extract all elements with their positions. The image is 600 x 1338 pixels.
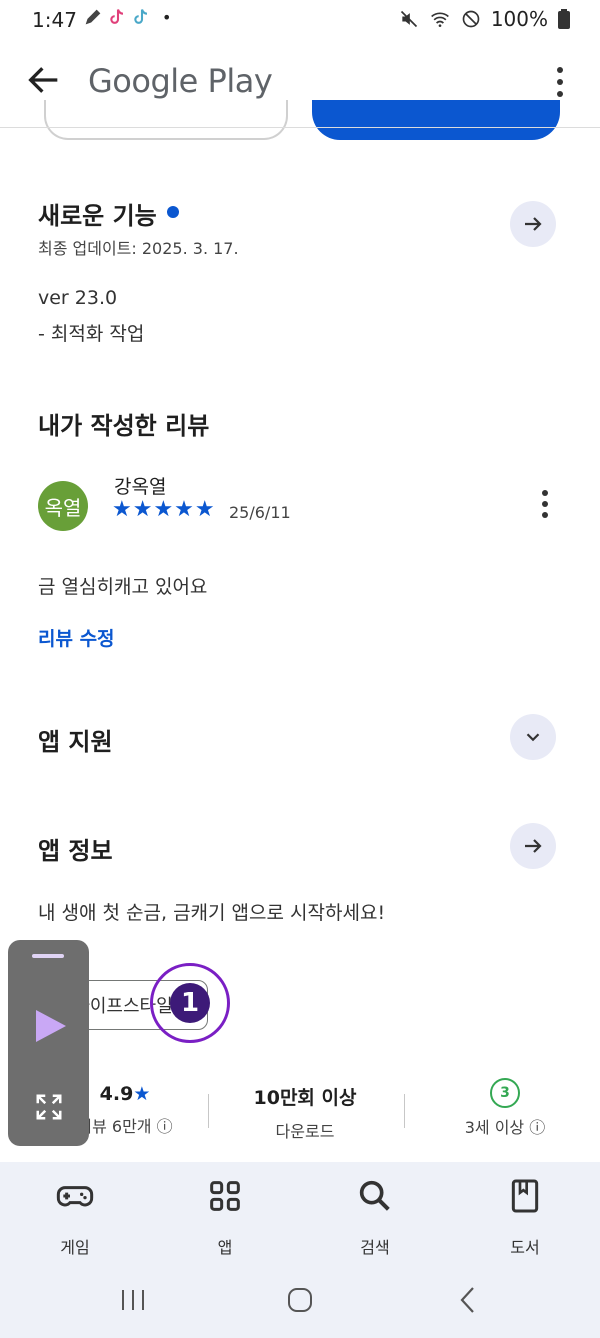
my-review-title: 내가 작성한 리뷰 bbox=[38, 412, 210, 440]
downloads-stat: 10만회 이상 다운로드 bbox=[230, 1083, 380, 1142]
status-time: 1:47 bbox=[32, 8, 77, 32]
battery-icon bbox=[558, 9, 570, 29]
new-indicator-dot bbox=[166, 206, 179, 218]
nav-label-games: 게임 bbox=[60, 1238, 90, 1257]
app-description: 내 생애 첫 순금, 금캐기 앱으로 시작하세요! bbox=[38, 902, 386, 924]
play-icon[interactable] bbox=[36, 1010, 66, 1042]
downloads-value: 10만회 이상 bbox=[253, 1087, 357, 1109]
nav-item-games[interactable]: 게임 bbox=[35, 1176, 115, 1258]
dnd-icon bbox=[462, 10, 480, 28]
nav-item-search[interactable]: 검색 bbox=[335, 1176, 415, 1258]
review-text: 금 열심히캐고 있어요 bbox=[38, 576, 208, 598]
app-title: Google Play bbox=[88, 62, 273, 100]
avatar: 옥열 bbox=[38, 481, 88, 531]
wifi-icon bbox=[430, 12, 449, 27]
info-icon[interactable]: ⓘ bbox=[529, 1118, 545, 1137]
stat-divider bbox=[404, 1094, 405, 1128]
step-badge-number: 1 bbox=[170, 983, 210, 1023]
age-rating-badge: 3 bbox=[490, 1078, 520, 1108]
downloads-label: 다운로드 bbox=[275, 1122, 335, 1141]
whats-new-section-title: 새로운 기능 bbox=[38, 196, 179, 231]
stat-divider bbox=[208, 1094, 209, 1128]
tiktok-icon bbox=[110, 9, 124, 24]
action-button-filled[interactable] bbox=[312, 100, 560, 140]
reviewer-name: 강옥열 bbox=[114, 476, 167, 498]
review-date: 25/6/11 bbox=[229, 503, 291, 522]
more-notifications-dot: • bbox=[162, 7, 172, 27]
app-info-arrow-button[interactable] bbox=[510, 823, 556, 869]
edit-review-link[interactable]: 리뷰 수정 bbox=[38, 624, 115, 651]
rating-stars: ★★★★★ bbox=[112, 497, 216, 522]
tiktok-icon bbox=[134, 9, 148, 24]
nav-label-apps: 앱 bbox=[217, 1238, 233, 1257]
expand-icon[interactable] bbox=[34, 1092, 64, 1122]
nav-label-books: 도서 bbox=[510, 1238, 540, 1257]
age-label: 3세 이상 bbox=[464, 1118, 525, 1137]
app-info-title: 앱 정보 bbox=[38, 837, 113, 865]
action-button-outlined[interactable] bbox=[44, 100, 288, 140]
age-stat: 3 3세 이상 ⓘ bbox=[440, 1078, 570, 1138]
arrow-right-icon bbox=[525, 217, 542, 231]
version-text: ver 23.0 bbox=[38, 287, 118, 309]
back-arrow-icon[interactable] bbox=[24, 60, 64, 100]
home-icon[interactable] bbox=[284, 1284, 316, 1316]
app-support-title: 앱 지원 bbox=[38, 728, 113, 756]
app-support-expand-button[interactable] bbox=[510, 714, 556, 760]
version-note: - 최적화 작업 bbox=[38, 323, 145, 345]
nav-label-search: 검색 bbox=[360, 1238, 390, 1257]
edit-icon bbox=[85, 9, 101, 25]
drag-handle[interactable] bbox=[32, 954, 64, 958]
bottom-navigation: 게임 앱 검색 도서 bbox=[0, 1162, 600, 1338]
last-updated: 최종 업데이트: 2025. 3. 17. bbox=[38, 239, 239, 258]
gamepad-icon bbox=[56, 1186, 94, 1207]
nav-item-books[interactable]: 도서 bbox=[485, 1176, 565, 1258]
more-vert-icon[interactable] bbox=[550, 62, 570, 102]
recent-apps-icon[interactable] bbox=[118, 1286, 148, 1314]
book-icon bbox=[511, 1179, 539, 1213]
rating-value: 4.9 bbox=[99, 1083, 134, 1105]
whats-new-title: 새로운 기능 bbox=[38, 202, 157, 230]
search-icon bbox=[359, 1180, 390, 1211]
whats-new-arrow-button[interactable] bbox=[510, 201, 556, 247]
info-icon[interactable]: ⓘ bbox=[157, 1117, 173, 1136]
status-system-icons: 100% bbox=[399, 7, 570, 31]
floating-player-panel[interactable] bbox=[8, 940, 89, 1146]
app-bar-divider bbox=[0, 127, 600, 128]
system-back-icon[interactable] bbox=[456, 1284, 480, 1316]
status-notifications: • bbox=[82, 6, 171, 28]
system-navigation-bar bbox=[0, 1280, 600, 1320]
step-badge: 1 bbox=[150, 963, 230, 1043]
rating-star-icon: ★ bbox=[133, 1083, 151, 1105]
apps-grid-icon bbox=[210, 1181, 240, 1211]
nav-item-apps[interactable]: 앱 bbox=[185, 1176, 265, 1258]
battery-percent: 100% bbox=[490, 7, 548, 31]
arrow-right-icon bbox=[525, 839, 542, 853]
chevron-down-icon bbox=[526, 733, 540, 742]
mute-icon bbox=[400, 10, 417, 28]
status-bar: 1:47 • 100% bbox=[0, 0, 600, 40]
review-more-icon[interactable] bbox=[538, 488, 552, 520]
